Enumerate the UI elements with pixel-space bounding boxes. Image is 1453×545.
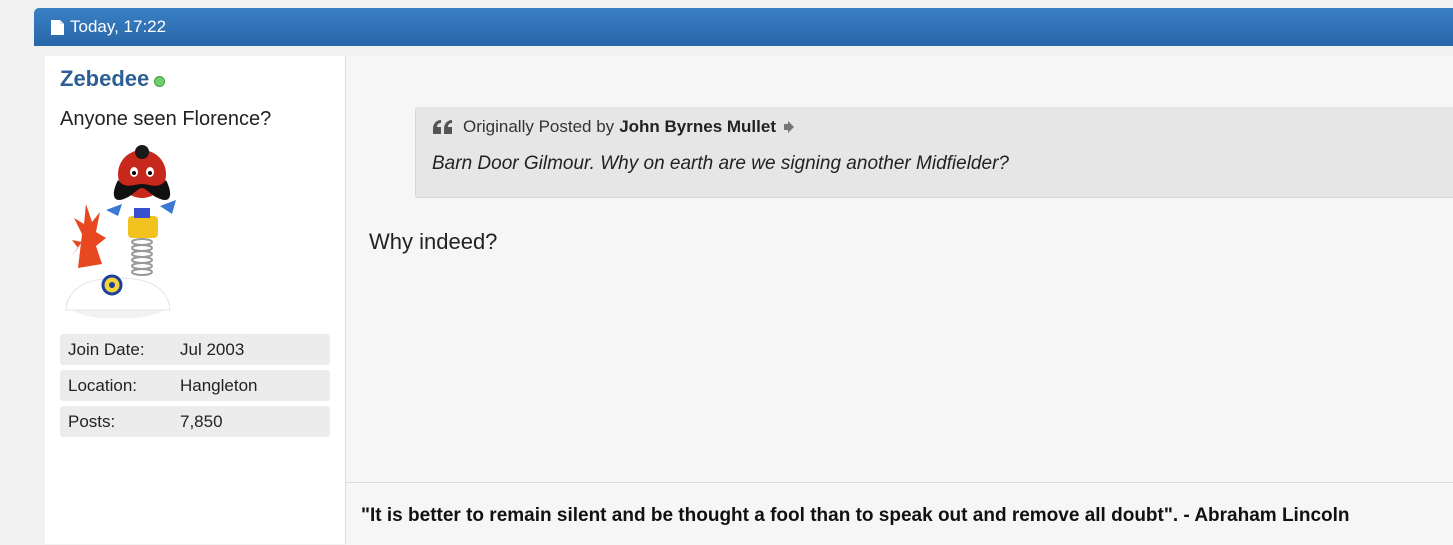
stat-posts: Posts: 7,850 bbox=[60, 406, 330, 437]
user-stats: Join Date: Jul 2003 Location: Hangleton … bbox=[60, 334, 330, 442]
stat-value: Hangleton bbox=[180, 375, 258, 395]
stat-join-date: Join Date: Jul 2003 bbox=[60, 334, 330, 365]
stat-label: Posts: bbox=[68, 411, 116, 431]
user-title: Anyone seen Florence? bbox=[60, 108, 272, 130]
online-status-icon bbox=[154, 75, 166, 87]
signature: "It is better to remain silent and be th… bbox=[346, 482, 1453, 545]
quote-block: Originally Posted by John Byrnes Mullet … bbox=[415, 107, 1453, 198]
post-body: Zebedee Anyone seen Florence? Join Date:… bbox=[45, 56, 1453, 545]
quote-author: John Byrnes Mullet bbox=[619, 117, 776, 136]
username-link[interactable]: Zebedee bbox=[60, 66, 149, 92]
quote-header: Originally Posted by John Byrnes Mullet bbox=[432, 117, 795, 137]
stat-value: 7,850 bbox=[180, 411, 223, 431]
quote-text: Barn Door Gilmour. Why on earth are we s… bbox=[432, 153, 1009, 174]
user-avatar[interactable] bbox=[60, 138, 180, 318]
stat-value: Jul 2003 bbox=[180, 339, 245, 359]
quote-icon bbox=[433, 120, 452, 134]
username-row: Zebedee bbox=[60, 66, 166, 92]
stat-label: Join Date: bbox=[68, 339, 145, 359]
post-content: Originally Posted by John Byrnes Mullet … bbox=[346, 56, 1453, 545]
quote-prefix: Originally Posted by bbox=[463, 117, 615, 136]
user-info-panel: Zebedee Anyone seen Florence? Join Date:… bbox=[45, 56, 346, 544]
document-icon bbox=[51, 19, 64, 35]
post-date: Today, 17:22 bbox=[70, 17, 167, 36]
view-post-icon[interactable] bbox=[783, 120, 795, 134]
stat-location: Location: Hangleton bbox=[60, 370, 330, 401]
post-message: Why indeed? bbox=[369, 229, 498, 254]
post-header: Today, 17:22 bbox=[34, 8, 1453, 46]
stat-label: Location: bbox=[68, 375, 137, 395]
signature-text: "It is better to remain silent and be th… bbox=[361, 505, 1350, 526]
